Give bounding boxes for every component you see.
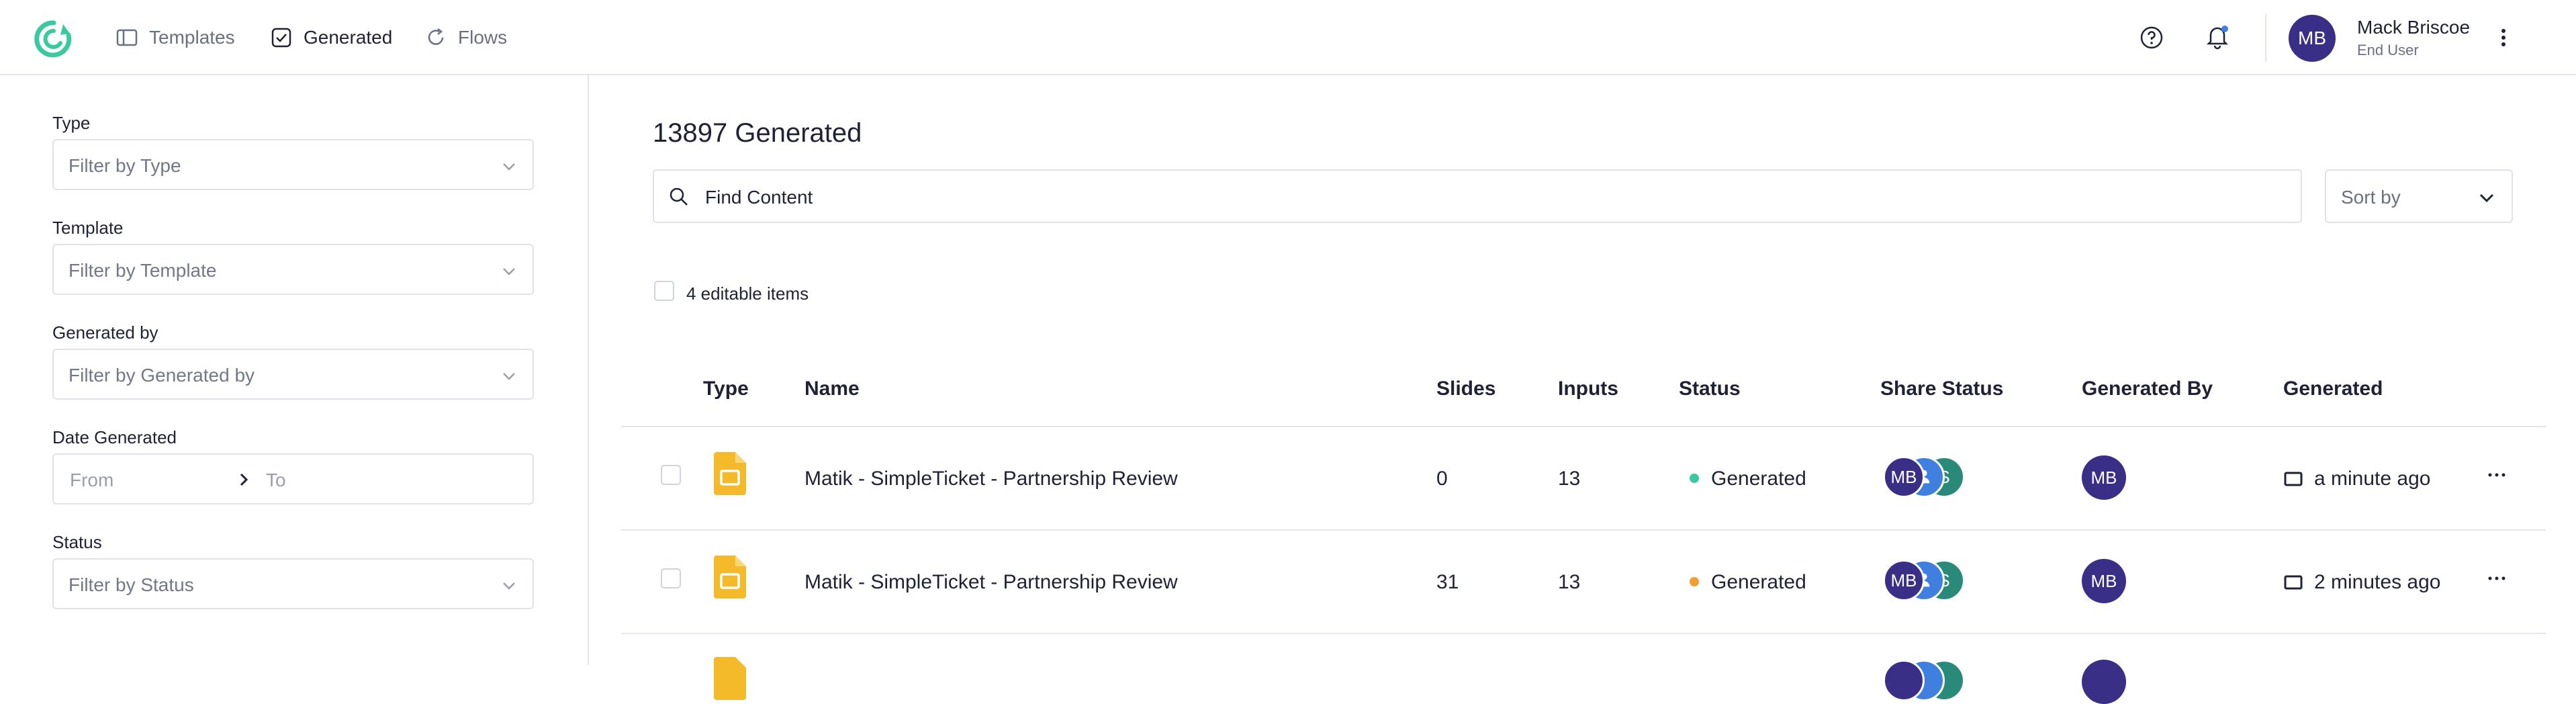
check-square-icon [271, 28, 291, 48]
status-dot [1690, 577, 1699, 586]
nav-templates-label: Templates [149, 27, 235, 48]
user-role: End User [2357, 42, 2419, 58]
column-header-share-status[interactable]: Share Status [1880, 378, 2003, 400]
row-slides: 0 [1436, 468, 1448, 490]
table-divider [621, 529, 2546, 531]
row-name[interactable]: Matik - SimpleTicket - Partnership Revie… [804, 571, 1178, 594]
status-dot [1690, 474, 1699, 483]
row-checkbox[interactable] [661, 465, 681, 485]
presentation-icon [2284, 575, 2303, 590]
share-avatar-mb: MB [1883, 456, 1925, 498]
google-slides-icon [714, 452, 746, 495]
filter-template-select[interactable]: Filter by Template [52, 244, 534, 295]
row-generated-time: 2 minutes ago [2314, 571, 2441, 593]
chevron-down-icon [503, 268, 515, 275]
divider [2265, 13, 2266, 62]
filter-template-placeholder: Filter by Template [68, 260, 217, 281]
row-more-icon[interactable] [2487, 472, 2506, 478]
date-from-input[interactable]: From [70, 470, 113, 491]
nav-templates[interactable]: Templates [116, 24, 235, 51]
notification-bell-icon[interactable] [2204, 23, 2231, 50]
row-inputs: 13 [1558, 571, 1581, 593]
nav-generated-label: Generated [304, 27, 393, 48]
sort-select[interactable]: Sort by [2325, 169, 2513, 223]
more-options-icon[interactable] [2497, 24, 2510, 51]
filter-generated-by-label: Generated by [52, 322, 158, 343]
table-divider [621, 633, 2546, 634]
refresh-icon [428, 28, 444, 45]
matik-logo-icon[interactable] [34, 19, 74, 59]
column-header-type[interactable]: Type [703, 378, 749, 400]
user-name: Mack Briscoe [2357, 17, 2471, 38]
chevron-down-icon [503, 373, 515, 380]
chevron-down-icon [503, 163, 515, 171]
share-avatar-mb: MB [1883, 560, 1925, 601]
sort-label: Sort by [2341, 187, 2401, 208]
filter-generated-by-select[interactable]: Filter by Generated by [52, 349, 534, 400]
filter-type-label: Type [52, 113, 91, 133]
filter-status-placeholder: Filter by Status [68, 574, 194, 595]
search-input[interactable]: Find Content [653, 169, 2302, 223]
column-header-status[interactable]: Status [1679, 378, 1741, 400]
filter-date-range: From To [52, 453, 534, 504]
table-divider [621, 426, 2546, 427]
row-more-icon[interactable] [2487, 575, 2506, 582]
row-generated-time: a minute ago [2314, 468, 2431, 490]
google-slides-icon [714, 556, 746, 599]
search-icon [670, 187, 688, 206]
top-navigation-bar: Templates Generated Flows MB Mack Brisco… [0, 0, 2576, 75]
column-header-name[interactable]: Name [804, 378, 860, 400]
column-header-slides[interactable]: Slides [1436, 378, 1496, 400]
nav-flows-label: Flows [458, 27, 508, 48]
filter-type-select[interactable]: Filter by Type [52, 139, 534, 190]
chevron-down-icon [503, 582, 515, 590]
presentation-icon [2284, 472, 2303, 486]
filter-template-label: Template [52, 218, 124, 238]
layout-icon [116, 29, 138, 46]
date-to-input[interactable]: To [266, 470, 286, 491]
search-placeholder: Find Content [705, 187, 813, 208]
row-slides: 31 [1436, 571, 1459, 593]
google-slides-icon [714, 657, 746, 700]
select-all-checkbox[interactable] [654, 281, 674, 301]
generated-by-avatar: MB [2082, 559, 2126, 603]
row-status: Generated [1711, 571, 1806, 593]
filter-type-placeholder: Filter by Type [68, 155, 181, 176]
chevron-down-icon [2479, 193, 2494, 203]
generated-by-avatar [2082, 660, 2126, 704]
chevron-right-icon [240, 473, 248, 486]
filter-status-select[interactable]: Filter by Status [52, 558, 534, 609]
column-header-inputs[interactable]: Inputs [1558, 378, 1618, 400]
column-header-generated[interactable]: Generated [2283, 378, 2383, 400]
filter-status-label: Status [52, 532, 102, 552]
user-avatar[interactable]: MB [2289, 15, 2336, 62]
page-title: 13897 Generated [653, 118, 862, 148]
generated-by-avatar: MB [2082, 455, 2126, 500]
share-avatar-mb [1883, 660, 1925, 701]
help-icon[interactable] [2140, 26, 2164, 50]
editable-items-label: 4 editable items [686, 283, 809, 304]
column-header-generated-by[interactable]: Generated By [2082, 378, 2213, 400]
row-status: Generated [1711, 468, 1806, 490]
nav-generated[interactable]: Generated [270, 24, 392, 51]
row-inputs: 13 [1558, 468, 1581, 490]
filter-date-label: Date Generated [52, 427, 177, 447]
filter-generated-by-placeholder: Filter by Generated by [68, 365, 255, 386]
row-name[interactable]: Matik - SimpleTicket - Partnership Revie… [804, 468, 1178, 490]
nav-flows[interactable]: Flows [424, 24, 507, 51]
row-checkbox[interactable] [661, 568, 681, 588]
